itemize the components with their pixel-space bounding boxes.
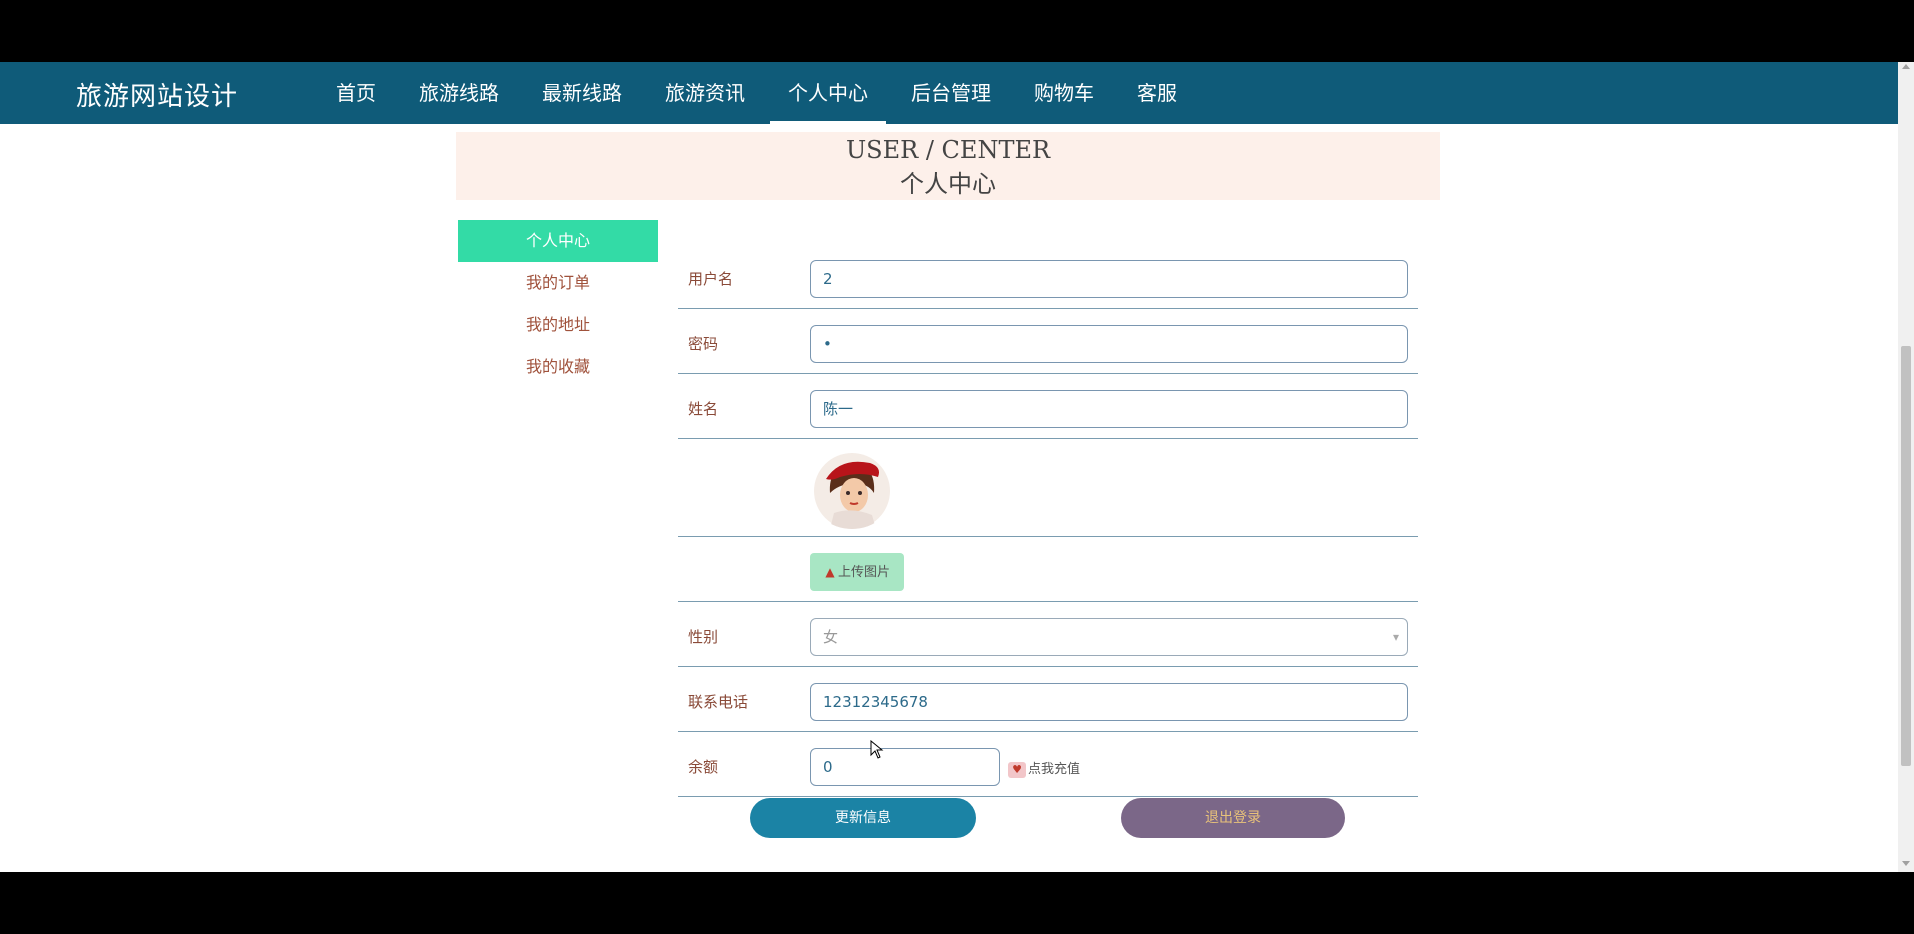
form-row-password: 密码 • <box>678 309 1418 374</box>
upload-icon: ▲ <box>825 565 835 579</box>
form-row-upload: ▲ 上传图片 <box>678 537 1418 602</box>
update-info-button[interactable]: 更新信息 <box>750 798 976 838</box>
nav-item-cart[interactable]: 购物车 <box>1016 62 1112 124</box>
nav-item-routes[interactable]: 旅游线路 <box>401 62 517 124</box>
page-title-en: USER / CENTER <box>845 136 1051 164</box>
gender-label: 性别 <box>688 628 719 646</box>
password-label: 密码 <box>688 335 719 353</box>
user-info-form: 用户名 2 密码 • 姓名 陈一 ▲ 上传图片 性别 女 ▾ 联系电话 1231… <box>678 244 1418 797</box>
username-label: 用户名 <box>688 270 734 288</box>
nav-item-home[interactable]: 首页 <box>318 62 394 124</box>
browser-viewport: 旅游网站设计 首页 旅游线路 最新线路 旅游资讯 个人中心 后台管理 购物车 客… <box>0 62 1914 872</box>
sidebar-item-addresses[interactable]: 我的地址 <box>458 304 658 346</box>
nav-item-user-center[interactable]: 个人中心 <box>770 62 886 124</box>
form-row-balance: 余额 0 ♥ 点我充值 <box>678 732 1418 797</box>
form-row-phone: 联系电话 12312345678 <box>678 667 1418 732</box>
nav-item-admin[interactable]: 后台管理 <box>893 62 1009 124</box>
site-title: 旅游网站设计 <box>76 82 239 112</box>
user-avatar-image <box>810 453 894 529</box>
nav-item-latest-routes[interactable]: 最新线路 <box>524 62 640 124</box>
page-title-cn: 个人中心 <box>900 170 996 198</box>
gender-selected-value: 女 <box>823 628 839 646</box>
logout-button[interactable]: 退出登录 <box>1121 798 1345 838</box>
sidebar-item-orders[interactable]: 我的订单 <box>458 262 658 304</box>
upload-button-label: 上传图片 <box>837 565 890 580</box>
sidebar-item-favorites[interactable]: 我的收藏 <box>458 346 658 388</box>
recharge-link[interactable]: ♥ 点我充值 <box>1008 758 1080 778</box>
gender-select[interactable]: 女 ▾ <box>810 618 1408 656</box>
upload-image-button[interactable]: ▲ 上传图片 <box>810 553 904 591</box>
vertical-scrollbar[interactable] <box>1898 62 1914 872</box>
username-input[interactable]: 2 <box>810 260 1408 298</box>
form-row-avatar <box>678 439 1418 537</box>
recharge-label: 点我充值 <box>1028 762 1081 777</box>
scroll-up-arrow-icon[interactable] <box>1902 64 1910 69</box>
nav-item-service[interactable]: 客服 <box>1119 62 1195 124</box>
chevron-down-icon: ▾ <box>1392 630 1399 644</box>
phone-input[interactable]: 12312345678 <box>810 683 1408 721</box>
page-header-banner: USER / CENTER 个人中心 <box>456 132 1440 200</box>
scroll-down-arrow-icon[interactable] <box>1902 861 1910 866</box>
balance-label: 余额 <box>688 758 719 776</box>
form-row-username: 用户名 2 <box>678 244 1418 309</box>
sidebar: 个人中心 我的订单 我的地址 我的收藏 <box>458 220 658 388</box>
balance-input[interactable]: 0 <box>810 748 1000 786</box>
heart-icon: ♥ <box>1008 762 1026 778</box>
form-row-name: 姓名 陈一 <box>678 374 1418 439</box>
name-label: 姓名 <box>688 400 719 418</box>
navbar: 旅游网站设计 首页 旅游线路 最新线路 旅游资讯 个人中心 后台管理 购物车 客… <box>0 62 1898 124</box>
phone-label: 联系电话 <box>688 693 749 711</box>
nav-menu: 首页 旅游线路 最新线路 旅游资讯 个人中心 后台管理 购物车 客服 <box>318 62 1202 124</box>
scrollbar-thumb[interactable] <box>1901 346 1911 766</box>
nav-item-news[interactable]: 旅游资讯 <box>647 62 763 124</box>
name-input[interactable]: 陈一 <box>810 390 1408 428</box>
form-row-gender: 性别 女 ▾ <box>678 602 1418 667</box>
sidebar-item-user-center[interactable]: 个人中心 <box>458 220 658 262</box>
password-input[interactable]: • <box>810 325 1408 363</box>
